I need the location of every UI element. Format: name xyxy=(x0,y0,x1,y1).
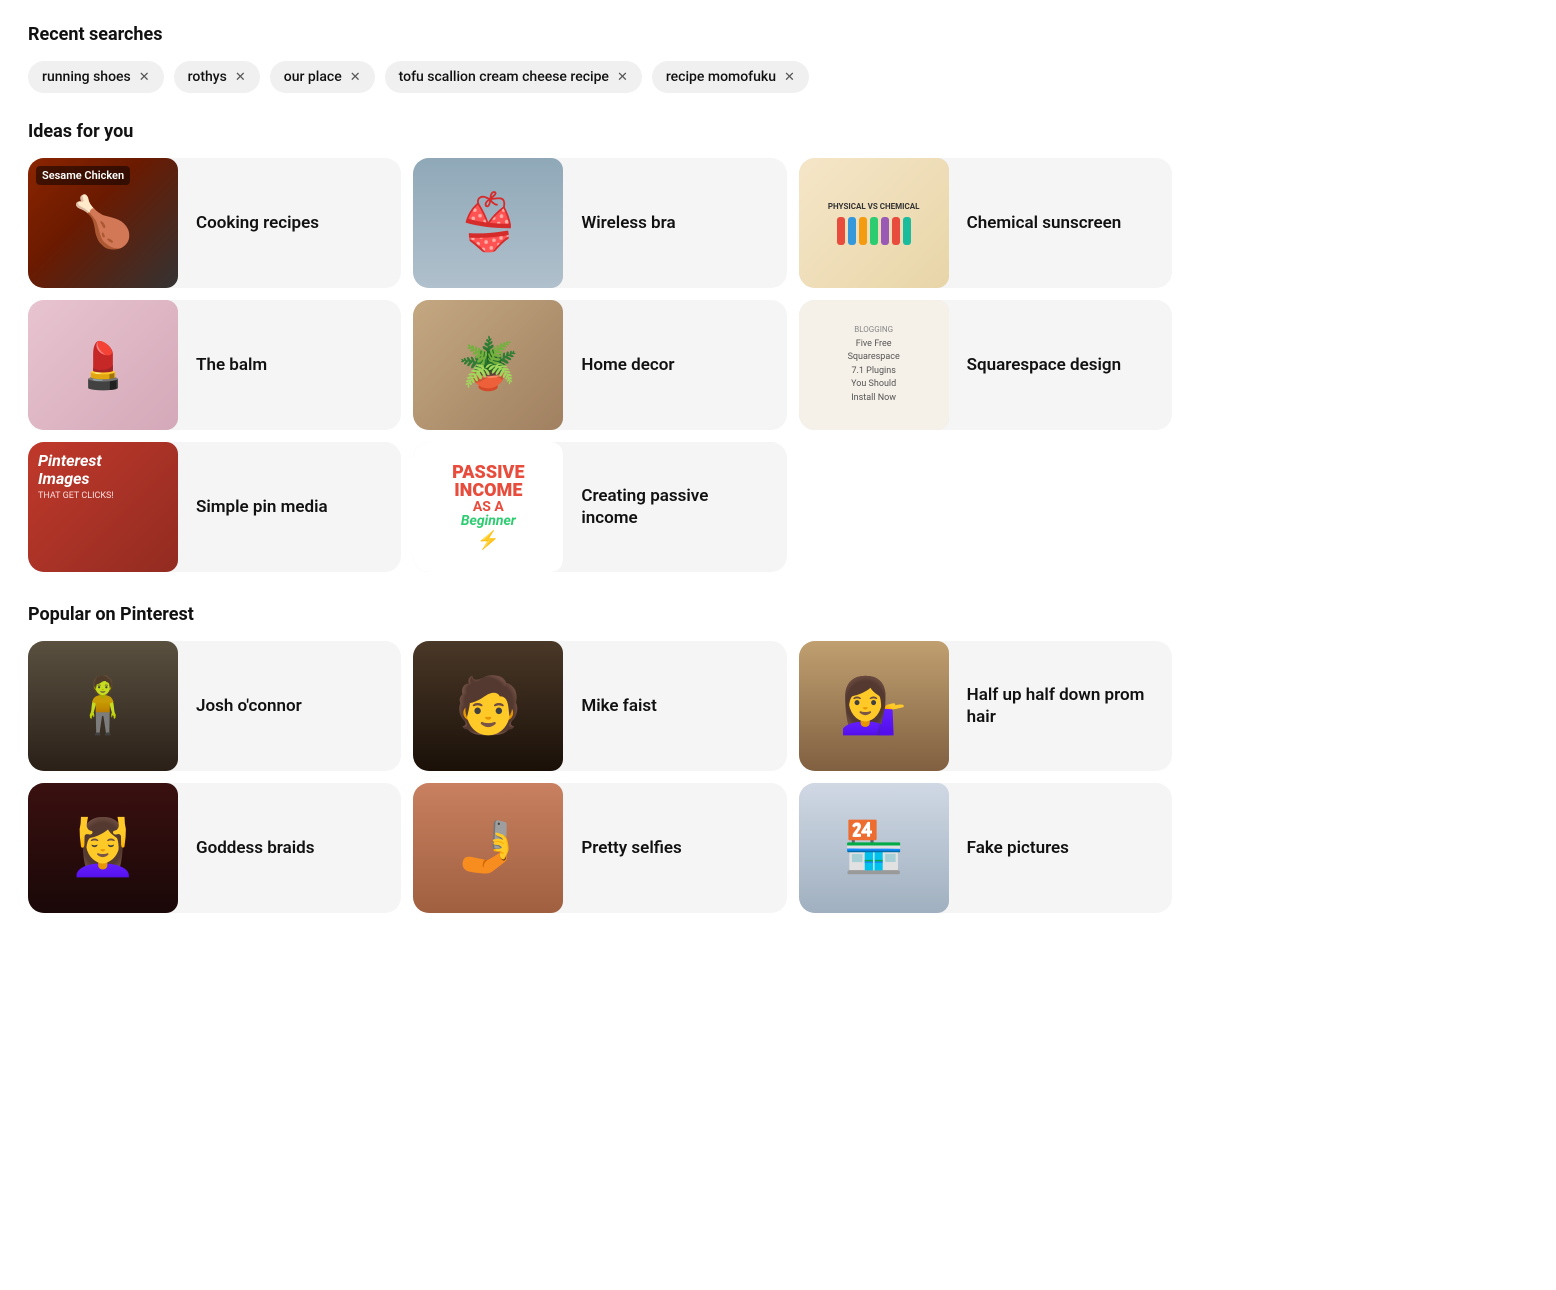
card-cooking-recipes[interactable]: Sesame Chicken Cooking recipes xyxy=(28,158,401,288)
card-label-pretty-selfies: Pretty selfies xyxy=(563,837,786,859)
ideas-section: Ideas for you Sesame Chicken Cooking rec… xyxy=(28,121,1172,572)
recent-searches-section: Recent searches running shoes ✕ rothys ✕… xyxy=(28,24,1172,93)
chip-label: recipe momofuku xyxy=(666,69,776,85)
chip-label: tofu scallion cream cheese recipe xyxy=(399,69,609,85)
card-label-fake-pictures: Fake pictures xyxy=(949,837,1172,859)
thumb-chemical-sunscreen: PHYSICAL VS CHEMICAL xyxy=(799,158,949,288)
card-simple-pin-media[interactable]: PinterestImages THAT GET CLICKS! Simple … xyxy=(28,442,401,572)
chip-remove-icon[interactable]: ✕ xyxy=(617,71,628,84)
chip-our-place[interactable]: our place ✕ xyxy=(270,61,375,93)
chip-remove-icon[interactable]: ✕ xyxy=(350,71,361,84)
chip-label: our place xyxy=(284,69,342,85)
popular-section: Popular on Pinterest Josh o'connor Mike … xyxy=(28,604,1172,913)
recent-searches-title: Recent searches xyxy=(28,24,1172,45)
thumb-mike-faist xyxy=(413,641,563,771)
chip-remove-icon[interactable]: ✕ xyxy=(784,71,795,84)
card-mike-faist[interactable]: Mike faist xyxy=(413,641,786,771)
chip-remove-icon[interactable]: ✕ xyxy=(235,71,246,84)
card-half-up-hair[interactable]: Half up half down prom hair xyxy=(799,641,1172,771)
card-chemical-sunscreen[interactable]: PHYSICAL VS CHEMICAL Chemical sunscr xyxy=(799,158,1172,288)
thumb-simple-pin-media: PinterestImages THAT GET CLICKS! xyxy=(28,442,178,572)
card-home-decor[interactable]: Home decor xyxy=(413,300,786,430)
card-label-josh-oconnor: Josh o'connor xyxy=(178,695,401,717)
ideas-grid: Sesame Chicken Cooking recipes Wireless … xyxy=(28,158,1172,572)
thumb-pretty-selfies xyxy=(413,783,563,913)
thumb-josh-oconnor xyxy=(28,641,178,771)
card-label-wireless-bra: Wireless bra xyxy=(563,212,786,234)
card-goddess-braids[interactable]: Goddess braids xyxy=(28,783,401,913)
thumb-half-up-hair xyxy=(799,641,949,771)
chips-row: running shoes ✕ rothys ✕ our place ✕ tof… xyxy=(28,61,1172,93)
ideas-title: Ideas for you xyxy=(28,121,1172,142)
card-label-cooking-recipes: Cooking recipes xyxy=(178,212,401,234)
thumb-wireless-bra xyxy=(413,158,563,288)
sesame-overlay-label: Sesame Chicken xyxy=(36,166,130,185)
card-wireless-bra[interactable]: Wireless bra xyxy=(413,158,786,288)
chip-label: running shoes xyxy=(42,69,131,85)
thumb-the-balm xyxy=(28,300,178,430)
card-label-the-balm: The balm xyxy=(178,354,401,376)
thumb-home-decor xyxy=(413,300,563,430)
thumb-goddess-braids xyxy=(28,783,178,913)
card-label-passive-income: Creating passive income xyxy=(563,485,786,529)
popular-grid: Josh o'connor Mike faist Half up half do… xyxy=(28,641,1172,913)
card-label-chemical-sunscreen: Chemical sunscreen xyxy=(949,212,1172,234)
card-the-balm[interactable]: The balm xyxy=(28,300,401,430)
card-squarespace-design[interactable]: BLOGGING Five FreeSquarespace7.1 Plugins… xyxy=(799,300,1172,430)
thumb-sesame-chicken: Sesame Chicken xyxy=(28,158,178,288)
chip-running-shoes[interactable]: running shoes ✕ xyxy=(28,61,164,93)
thumb-fake-pictures xyxy=(799,783,949,913)
card-label-goddess-braids: Goddess braids xyxy=(178,837,401,859)
chip-momofuku[interactable]: recipe momofuku ✕ xyxy=(652,61,809,93)
card-pretty-selfies[interactable]: Pretty selfies xyxy=(413,783,786,913)
thumb-squarespace: BLOGGING Five FreeSquarespace7.1 Plugins… xyxy=(799,300,949,430)
card-label-half-up-hair: Half up half down prom hair xyxy=(949,684,1172,728)
popular-title: Popular on Pinterest xyxy=(28,604,1172,625)
card-label-mike-faist: Mike faist xyxy=(563,695,786,717)
chip-remove-icon[interactable]: ✕ xyxy=(139,71,150,84)
chip-label: rothys xyxy=(188,69,227,85)
card-label-squarespace: Squarespace design xyxy=(949,354,1172,376)
thumb-passive-income: PASSIVE INCOME AS A Beginner ⚡ xyxy=(413,442,563,572)
card-label-simple-pin-media: Simple pin media xyxy=(178,496,401,518)
card-passive-income[interactable]: PASSIVE INCOME AS A Beginner ⚡ Creating … xyxy=(413,442,786,572)
card-fake-pictures[interactable]: Fake pictures xyxy=(799,783,1172,913)
chip-tofu[interactable]: tofu scallion cream cheese recipe ✕ xyxy=(385,61,642,93)
card-josh-oconnor[interactable]: Josh o'connor xyxy=(28,641,401,771)
card-label-home-decor: Home decor xyxy=(563,354,786,376)
chip-rothys[interactable]: rothys ✕ xyxy=(174,61,260,93)
